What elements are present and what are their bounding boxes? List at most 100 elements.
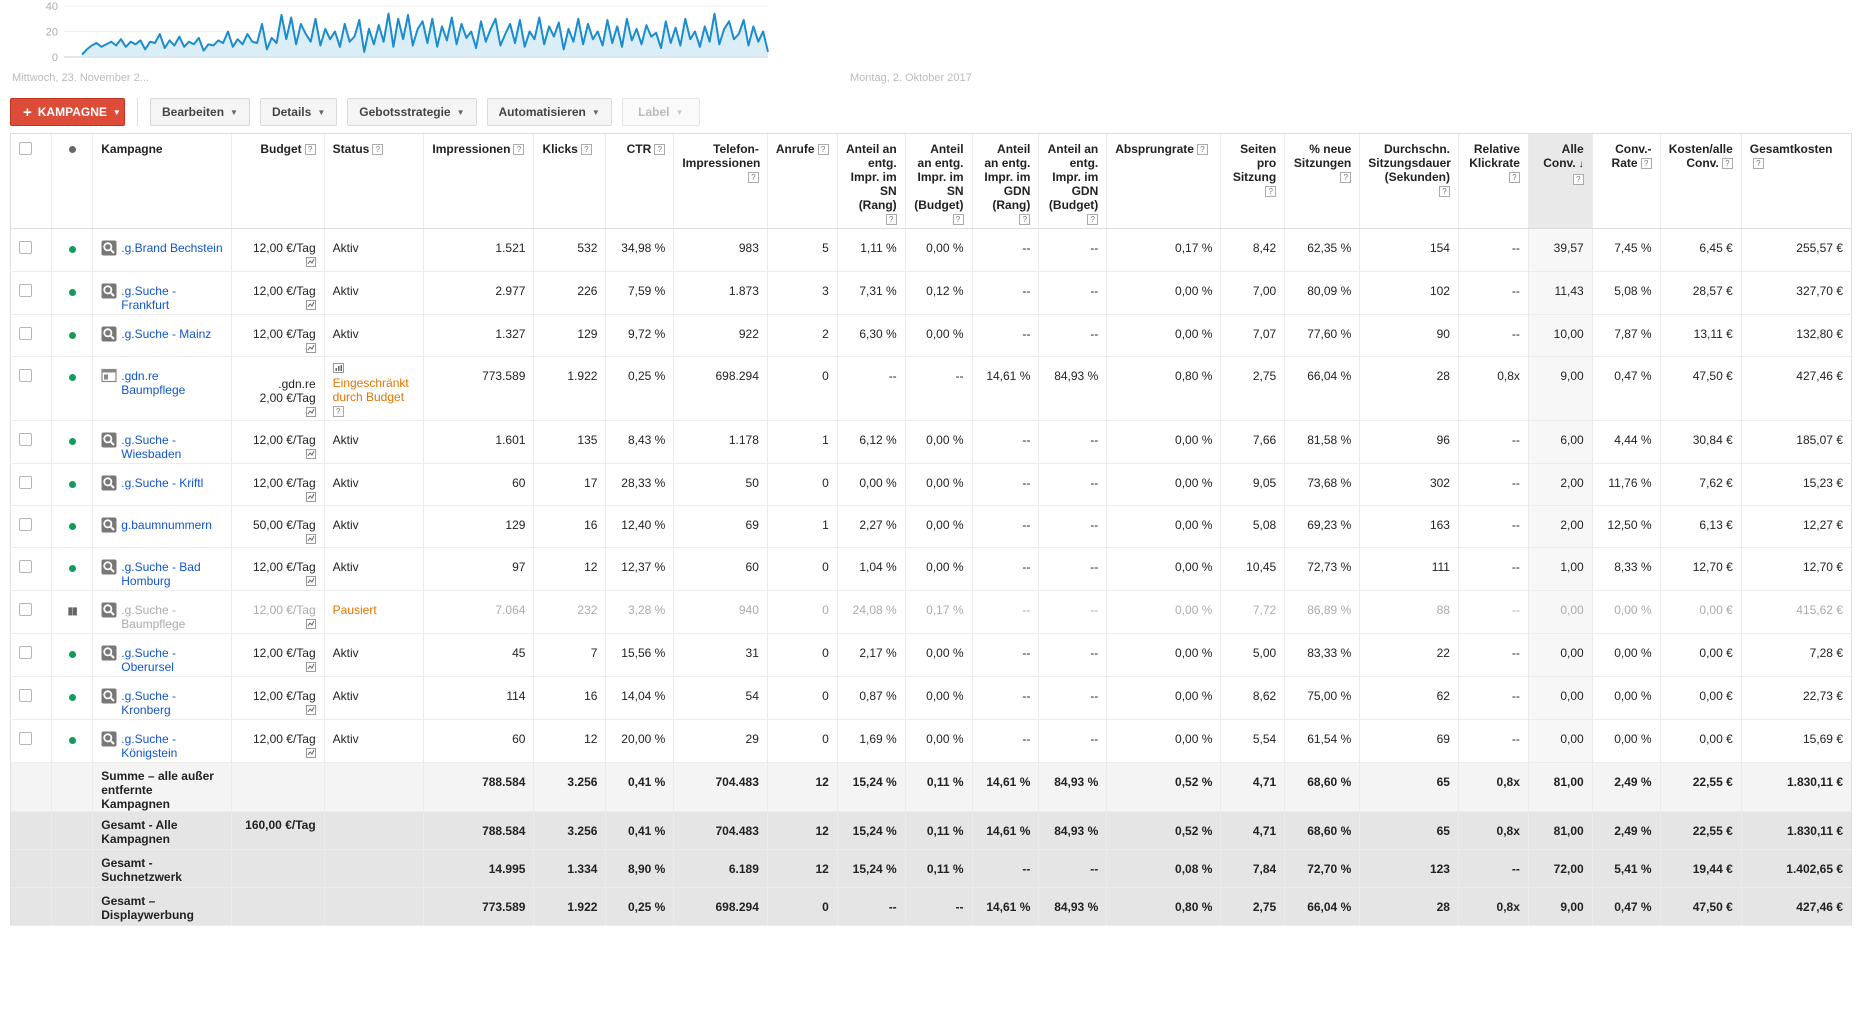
- help-icon[interactable]: ?: [580, 144, 592, 156]
- budget-value[interactable]: 12,00 €/Tag: [240, 646, 316, 660]
- new-campaign-button[interactable]: + KAMPAGNE ▼: [10, 98, 125, 126]
- budget-chart-icon[interactable]: [240, 448, 316, 462]
- help-icon[interactable]: ?: [332, 406, 344, 417]
- campaign-link[interactable]: .g.Suche - Kronberg: [121, 689, 223, 717]
- campaign-link[interactable]: .g.Suche - Baumpflege: [121, 603, 223, 631]
- details-menu-button[interactable]: Details ▼: [259, 98, 338, 126]
- budget-chart-icon[interactable]: [240, 256, 316, 270]
- table-row[interactable]: .gdn.re Baumpflege .gdn.re 2,00 €/Tag Einge…: [9, 356, 1853, 421]
- help-icon[interactable]: ?: [654, 144, 666, 156]
- row-checkbox[interactable]: [19, 732, 32, 745]
- label-menu-button[interactable]: Label ▼: [621, 98, 700, 126]
- col-kampagne[interactable]: Kampagne: [92, 133, 232, 229]
- campaign-link[interactable]: .g.Suche - Oberursel: [121, 646, 223, 674]
- col-impressionen[interactable]: Impressionen?: [423, 133, 534, 229]
- row-checkbox[interactable]: [19, 689, 32, 702]
- table-row[interactable]: .g.Suche - Königstein 12,00 €/Tag Aktiv 60 1…: [9, 719, 1853, 763]
- help-icon[interactable]: ?: [1508, 172, 1520, 183]
- enabled-dot-icon[interactable]: [68, 438, 76, 445]
- budget-value[interactable]: 12,00 €/Tag: [240, 732, 316, 746]
- help-icon[interactable]: ?: [372, 144, 384, 156]
- budget-chart-icon[interactable]: [240, 747, 316, 761]
- enabled-dot-icon[interactable]: [68, 481, 76, 488]
- col-sn-budget[interactable]: Anteil an entg. Impr. im SN (Budget)?: [904, 133, 973, 229]
- row-checkbox[interactable]: [19, 518, 32, 531]
- budget-chart-icon[interactable]: [240, 618, 316, 632]
- budget-chart-icon[interactable]: [240, 661, 316, 675]
- help-icon[interactable]: ?: [1438, 186, 1450, 197]
- enabled-dot-icon[interactable]: [68, 565, 76, 572]
- col-gesamtkosten[interactable]: Gesamtkosten?: [1740, 133, 1853, 229]
- budget-value[interactable]: 12,00 €/Tag: [240, 603, 316, 617]
- campaign-link[interactable]: .g.Brand Bechstein: [121, 241, 222, 255]
- col-status[interactable]: Status?: [323, 133, 424, 229]
- col-neue-sitzungen[interactable]: % neue Sitzungen?: [1284, 133, 1360, 229]
- enabled-dot-icon[interactable]: [68, 694, 76, 701]
- table-row[interactable]: .g.Suche - Frankfurt 12,00 €/Tag Aktiv 2.97…: [9, 271, 1853, 315]
- enabled-dot-icon[interactable]: [68, 374, 76, 381]
- campaign-link[interactable]: g.baumnummern: [121, 518, 212, 532]
- budget-chart-icon[interactable]: [240, 533, 316, 547]
- help-icon[interactable]: ?: [1640, 158, 1652, 170]
- budget-value[interactable]: 12,00 €/Tag: [240, 327, 316, 341]
- budget-value[interactable]: 12,00 €/Tag: [240, 241, 316, 255]
- campaign-link[interactable]: .g.Suche - Frankfurt: [121, 284, 223, 312]
- enabled-dot-icon[interactable]: [68, 523, 76, 530]
- campaign-link[interactable]: .g.Suche - Mainz: [121, 327, 211, 341]
- help-icon[interactable]: ?: [1572, 174, 1584, 185]
- enabled-dot-icon[interactable]: [68, 651, 76, 658]
- help-icon[interactable]: ?: [1721, 158, 1733, 170]
- table-row[interactable]: .g.Suche - Wiesbaden 12,00 €/Tag Aktiv 1.60…: [9, 420, 1853, 464]
- enabled-dot-icon[interactable]: [68, 289, 76, 296]
- campaign-link[interactable]: .g.Suche - Bad Homburg: [121, 560, 223, 588]
- col-sitzungsdauer[interactable]: Durchschn. Sitzungsdauer (Sekunden)?: [1359, 133, 1459, 229]
- campaign-link[interactable]: .g.Suche - Kriftl: [121, 476, 203, 490]
- help-icon[interactable]: ?: [1019, 214, 1031, 225]
- col-relative-klickrate[interactable]: Relative Klickrate?: [1457, 133, 1529, 229]
- enabled-dot-icon[interactable]: [68, 737, 76, 744]
- table-row[interactable]: .g.Suche - Mainz 12,00 €/Tag Aktiv 1.327 129…: [9, 314, 1853, 357]
- table-row[interactable]: ▮▮ .g.Suche - Baumpflege 12,00 €/Tag Pausie…: [9, 590, 1853, 634]
- help-icon[interactable]: ?: [1265, 186, 1277, 197]
- automate-menu-button[interactable]: Automatisieren ▼: [486, 98, 612, 126]
- budget-value[interactable]: 12,00 €/Tag: [240, 284, 316, 298]
- budget-chart-icon[interactable]: [240, 342, 316, 356]
- col-gdn-budget[interactable]: Anteil an entg. Impr. im GDN (Budget)?: [1038, 133, 1107, 229]
- help-icon[interactable]: ?: [885, 214, 897, 225]
- campaign-link[interactable]: .g.Suche - Wiesbaden: [121, 433, 223, 461]
- enabled-dot-icon[interactable]: [68, 246, 76, 253]
- col-absprungrate[interactable]: Absprungrate?: [1106, 133, 1221, 229]
- help-icon[interactable]: ?: [304, 144, 316, 156]
- budget-value[interactable]: 12,00 €/Tag: [240, 433, 316, 447]
- budget-chart-icon[interactable]: [240, 491, 316, 505]
- table-row[interactable]: .g.Brand Bechstein 12,00 €/Tag Aktiv 1.521 5…: [9, 228, 1853, 272]
- campaign-link[interactable]: .g.Suche - Königstein: [121, 732, 223, 760]
- row-checkbox[interactable]: [19, 476, 32, 489]
- pause-icon[interactable]: ▮▮: [68, 606, 78, 617]
- budget-chart-icon[interactable]: [240, 575, 316, 589]
- bar-chart-icon[interactable]: [332, 362, 416, 376]
- col-seiten[interactable]: Seiten pro Sitzung?: [1220, 133, 1285, 229]
- col-klicks[interactable]: Klicks?: [533, 133, 606, 229]
- col-conv-rate[interactable]: Conv.-Rate?: [1591, 133, 1661, 229]
- status-filter-dot-icon[interactable]: [68, 146, 76, 153]
- col-anrufe[interactable]: Anrufe?: [766, 133, 838, 229]
- budget-chart-icon[interactable]: [240, 704, 316, 718]
- row-checkbox[interactable]: [19, 284, 32, 297]
- table-row[interactable]: .g.Suche - Kronberg 12,00 €/Tag Aktiv 114 16…: [9, 676, 1853, 720]
- budget-value[interactable]: 12,00 €/Tag: [240, 689, 316, 703]
- help-icon[interactable]: ?: [513, 144, 525, 156]
- budget-value[interactable]: 12,00 €/Tag: [240, 560, 316, 574]
- col-alle-conv[interactable]: Alle Conv. ↓?: [1527, 133, 1593, 229]
- edit-menu-button[interactable]: Bearbeiten ▼: [150, 98, 250, 126]
- col-sn-rang[interactable]: Anteil an entg. Impr. im SN (Rang)?: [836, 133, 906, 229]
- row-checkbox[interactable]: [19, 369, 32, 382]
- col-ctr[interactable]: CTR?: [605, 133, 674, 229]
- row-checkbox[interactable]: [19, 560, 32, 573]
- col-gdn-rang[interactable]: Anteil an entg. Impr. im GDN (Rang)?: [971, 133, 1039, 229]
- col-budget[interactable]: Budget?: [231, 133, 325, 229]
- help-icon[interactable]: ?: [1340, 172, 1352, 183]
- row-checkbox[interactable]: [19, 433, 32, 446]
- budget-value[interactable]: 50,00 €/Tag: [240, 518, 316, 532]
- row-checkbox[interactable]: [19, 327, 32, 340]
